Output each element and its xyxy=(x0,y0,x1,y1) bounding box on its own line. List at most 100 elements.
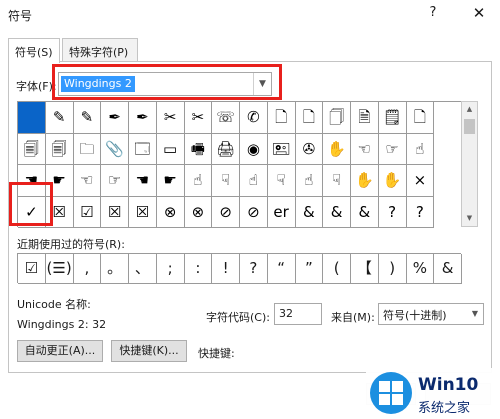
symbol-cell[interactable]: × xyxy=(406,165,435,197)
windows-logo-icon xyxy=(370,372,412,414)
close-button[interactable]: ✕ xyxy=(468,4,490,26)
symbol-cell[interactable]: ☚ xyxy=(129,165,157,197)
unicode-name-value: Wingdings 2: 32 xyxy=(17,318,107,331)
autocorrect-button[interactable]: 自动更正(A)... xyxy=(17,340,103,362)
symbol-cell[interactable]: ▭ xyxy=(156,133,185,165)
symbol-cell[interactable]: ☝ xyxy=(184,165,213,197)
recent-symbol-cell[interactable]: , xyxy=(73,254,102,284)
recent-symbol-cell[interactable]: ☑ xyxy=(18,254,46,284)
symbol-cell[interactable]: ☞ xyxy=(378,133,407,165)
symbol-cell[interactable]: ☒ xyxy=(45,196,74,228)
symbol-cell[interactable]: ✓ xyxy=(18,196,46,228)
symbol-cell[interactable]: & xyxy=(323,196,351,228)
symbol-cell[interactable]: ✇ xyxy=(295,133,324,165)
recent-symbol-cell[interactable]: & xyxy=(434,254,462,284)
symbol-cell[interactable]: ⊗ xyxy=(156,196,185,228)
chevron-down-icon[interactable]: ▼ xyxy=(253,73,271,95)
symbol-cell[interactable]: 🗍 xyxy=(323,102,351,134)
symbol-cell[interactable]: ☛ xyxy=(156,165,185,197)
symbol-cell[interactable]: 🗎 xyxy=(351,102,379,134)
symbol-cell[interactable]: 🖨 xyxy=(212,133,240,165)
symbol-cell[interactable]: ☒ xyxy=(101,196,129,228)
recent-symbol-cell[interactable]: ) xyxy=(378,254,407,284)
symbol-cell[interactable]: ☑ xyxy=(73,196,102,228)
symbol-cell[interactable]: ☟ xyxy=(212,165,240,197)
help-button[interactable]: ? xyxy=(424,5,442,25)
scroll-down-icon[interactable]: ▼ xyxy=(462,211,477,226)
symbol-cell[interactable]: 🗔 xyxy=(129,133,157,165)
recent-symbol-cell[interactable]: (☰) xyxy=(45,254,74,284)
symbol-cell[interactable]: & xyxy=(295,196,324,228)
symbol-cell[interactable]: 🗐 xyxy=(45,133,74,165)
symbol-cell[interactable]: 🗋 xyxy=(267,102,296,134)
recent-symbol-cell[interactable]: % xyxy=(406,254,435,284)
tab-symbols[interactable]: 符号(S) xyxy=(8,38,60,63)
recent-symbol-cell[interactable]: ! xyxy=(212,254,240,284)
recent-symbol-cell[interactable]: 。 xyxy=(101,254,129,284)
symbol-cell[interactable]: ☟ xyxy=(267,165,296,197)
symbol-cell[interactable]: 🗐 xyxy=(18,133,46,165)
font-value: Wingdings 2 xyxy=(61,76,135,92)
symbol-cell[interactable]: ☟ xyxy=(323,165,351,197)
symbol-cell[interactable]: ☒ xyxy=(129,196,157,228)
scroll-up-icon[interactable]: ▲ xyxy=(462,102,477,117)
symbol-cell[interactable]: er xyxy=(267,196,296,228)
symbol-cell[interactable]: ✆ xyxy=(240,102,268,134)
recent-symbol-cell[interactable]: : xyxy=(184,254,213,284)
symbol-cell[interactable]: ◉ xyxy=(240,133,268,165)
symbol-cell[interactable]: & xyxy=(351,196,379,228)
shortcut-key-button[interactable]: 快捷键(K)... xyxy=(111,340,187,362)
symbol-cell[interactable]: ☝ xyxy=(295,165,324,197)
recent-symbol-cell[interactable]: 【 xyxy=(351,254,379,284)
symbol-cell[interactable]: 🖭 xyxy=(267,133,296,165)
chevron-down-icon[interactable]: ▼ xyxy=(467,304,483,324)
char-code-label: 字符代码(C): xyxy=(206,311,270,324)
symbol-cell[interactable]: ? xyxy=(406,196,435,228)
tab-special-characters[interactable]: 特殊字符(P) xyxy=(62,38,138,62)
recent-symbol-cell[interactable]: “ xyxy=(267,254,296,284)
symbol-cell[interactable]: ☚ xyxy=(18,165,46,197)
symbol-cell[interactable]: ⊘ xyxy=(212,196,240,228)
symbol-cell[interactable]: 🖷 xyxy=(184,133,213,165)
symbol-cell[interactable]: 🗋 xyxy=(295,102,324,134)
symbol-cell[interactable]: ✎ xyxy=(45,102,74,134)
symbol-cell[interactable]: ☞ xyxy=(101,165,129,197)
symbol-cell[interactable]: ☝ xyxy=(240,165,268,197)
recent-symbol-cell[interactable]: ” xyxy=(295,254,324,284)
symbol-cell[interactable]: 📎 xyxy=(101,133,129,165)
symbol-cell[interactable]: ✂ xyxy=(184,102,213,134)
symbol-cell[interactable]: ✋ xyxy=(351,165,379,197)
scrollbar-thumb[interactable] xyxy=(464,119,475,134)
symbol-cell[interactable]: ? xyxy=(378,196,407,228)
symbol-cell[interactable]: ✋ xyxy=(378,165,407,197)
symbol-cell[interactable]: ✎ xyxy=(73,102,102,134)
recent-symbol-cell[interactable]: ; xyxy=(156,254,185,284)
symbol-cell[interactable]: ✋ xyxy=(323,133,351,165)
symbol-cell[interactable]: ✒ xyxy=(101,102,129,134)
recent-symbol-cell[interactable]: ? xyxy=(240,254,268,284)
symbol-cell[interactable]: ⊘ xyxy=(240,196,268,228)
font-label: 字体(F): xyxy=(16,80,57,93)
shortcut-key-label: 快捷键: xyxy=(198,347,235,360)
symbol-cell[interactable]: ☜ xyxy=(73,165,102,197)
symbol-cell[interactable]: 🗀 xyxy=(73,133,102,165)
symbol-cell[interactable]: 🗒 xyxy=(378,102,407,134)
recent-symbol-cell[interactable]: 、 xyxy=(129,254,157,284)
from-dropdown[interactable]: 符号(十进制) ▼ xyxy=(378,303,484,325)
watermark-title: Win10 xyxy=(418,375,479,395)
font-dropdown[interactable]: Wingdings 2 ▼ xyxy=(58,72,272,96)
symbol-cell[interactable]: ✂ xyxy=(156,102,185,134)
recent-symbol-cell[interactable]: ( xyxy=(323,254,351,284)
symbol-grid-scrollbar[interactable]: ▲ ▼ xyxy=(461,101,478,227)
symbol-cell[interactable]: ☝ xyxy=(406,133,435,165)
tab-bar: 符号(S) 特殊字符(P) xyxy=(0,38,500,63)
recent-symbols-label: 近期使用过的符号(R): xyxy=(17,238,125,251)
symbol-cell[interactable]: ☛ xyxy=(45,165,74,197)
symbol-cell[interactable]: ⊗ xyxy=(184,196,213,228)
symbol-cell[interactable]: ✒ xyxy=(129,102,157,134)
symbol-cell[interactable]: 🗋 xyxy=(406,102,435,134)
symbol-cell[interactable]: ☏ xyxy=(212,102,240,134)
symbol-cell[interactable]: ☜ xyxy=(351,133,379,165)
char-code-input[interactable]: 32 xyxy=(274,303,322,325)
symbol-cell[interactable] xyxy=(18,102,46,134)
